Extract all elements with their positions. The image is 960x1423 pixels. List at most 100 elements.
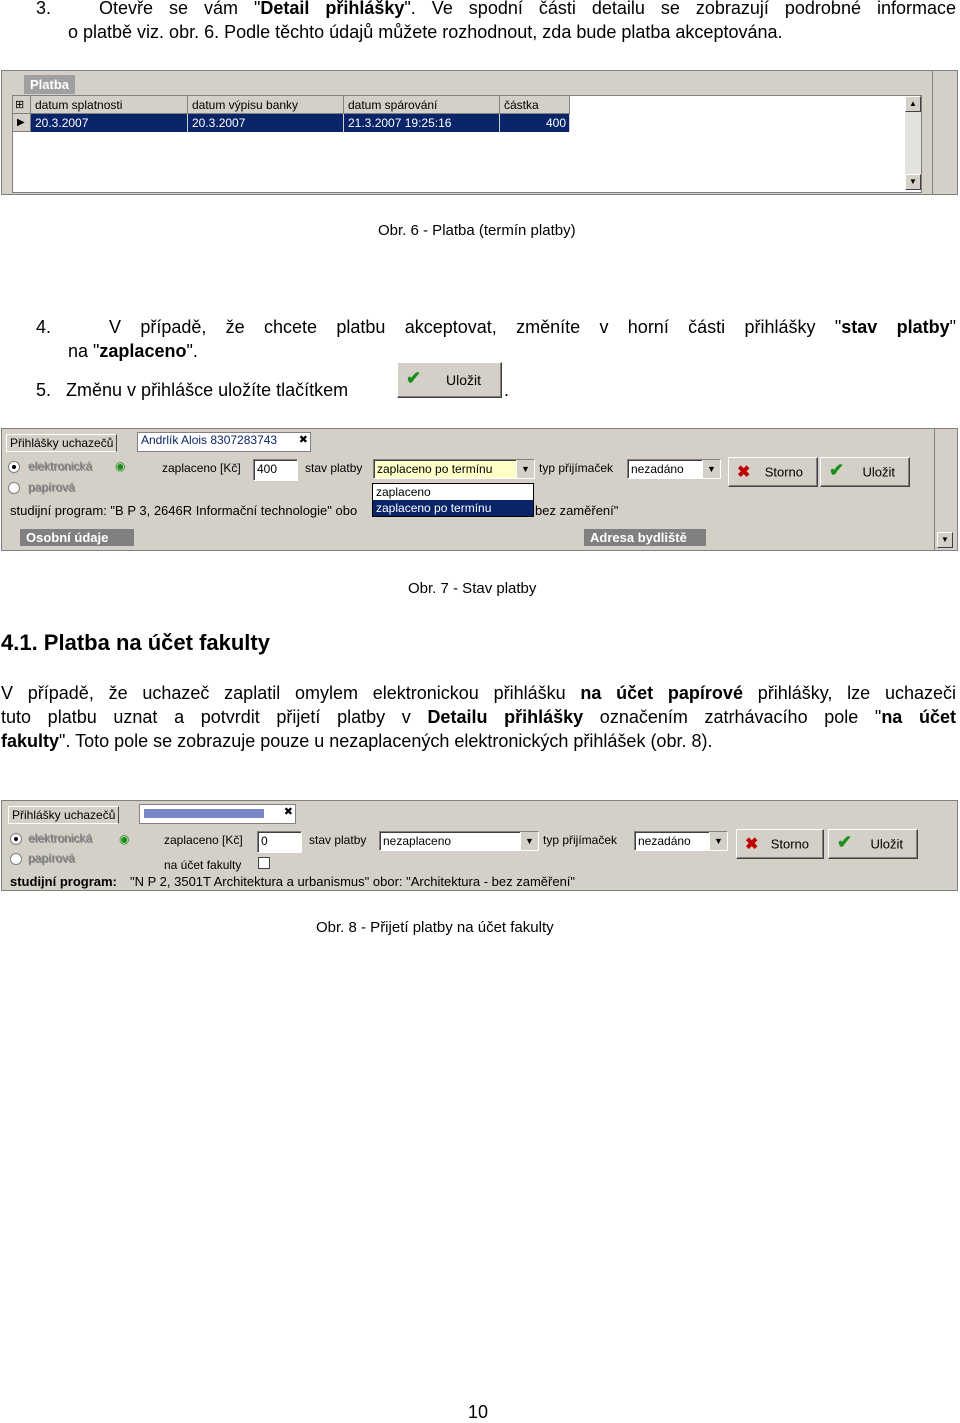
save-button[interactable]: ✔ Uložit — [828, 829, 918, 859]
table-cell[interactable]: 20.3.2007 — [188, 114, 344, 132]
column-header[interactable]: datum spárování — [344, 96, 500, 114]
text: " — [949, 317, 956, 337]
column-header[interactable]: datum splatnosti — [31, 96, 188, 114]
step-number: 5. — [36, 380, 52, 400]
application-panel: Přihlášky uchazečů Andrlík Alois 8307283… — [1, 428, 958, 551]
text: ". — [186, 341, 198, 361]
cancel-button[interactable]: ✖ Storno — [736, 829, 824, 859]
text: V případě, že uchazeč zaplatil omylem el… — [1, 683, 581, 703]
period: . — [504, 380, 510, 400]
text-bold: zaplaceno — [99, 341, 187, 361]
paid-input[interactable]: 0 — [257, 831, 302, 853]
scroll-down-icon[interactable]: ▼ — [937, 532, 953, 548]
faculty-account-label: na účet fakulty — [164, 858, 242, 872]
side-scrollbar[interactable]: ▼ — [934, 429, 957, 550]
close-icon[interactable]: ✖ — [299, 433, 308, 446]
save-label: Uložit — [862, 464, 895, 480]
cancel-label: Storno — [764, 464, 803, 480]
text: ". Ve spodní části detailu se zobrazují … — [404, 0, 956, 18]
chevron-down-icon[interactable]: ▼ — [520, 832, 538, 850]
tab-applicants[interactable]: Přihlášky uchazečů — [8, 806, 120, 824]
exam-type-select[interactable]: nezadáno ▼ — [627, 459, 721, 479]
chevron-down-icon[interactable]: ▼ — [516, 460, 534, 478]
text: označením zatrhávacího pole " — [583, 707, 882, 727]
scroll-up-icon[interactable]: ▲ — [905, 96, 921, 112]
radio-paper[interactable] — [10, 853, 22, 865]
table-cell[interactable]: 21.3.2007 19:25:16 — [344, 114, 500, 132]
exam-type-value: nezadáno — [638, 834, 691, 848]
text: na " — [68, 341, 100, 361]
text: Otevře se vám " — [98, 0, 261, 18]
step-4: 4. V případě, že chcete platbu akceptova… — [36, 315, 956, 363]
dropdown-option[interactable]: zaplaceno — [373, 484, 533, 500]
globe-icon: ◉ — [119, 832, 130, 846]
payment-status-label: stav platby — [309, 833, 367, 847]
payment-status-dropdown-list[interactable]: zaplaceno zaplaceno po termínu — [372, 483, 534, 517]
save-label: Uložit — [445, 372, 481, 388]
paid-input[interactable]: 400 — [253, 459, 298, 481]
tab-applicant-detail[interactable]: Andrlík Alois 8307283743 ✖ — [137, 432, 311, 452]
faculty-account-checkbox[interactable] — [258, 857, 270, 869]
exam-type-label: typ přijímaček — [543, 833, 618, 847]
vertical-scrollbar[interactable]: ▲ ▼ — [904, 96, 921, 190]
step-3-line-2: o platbě viz. obr. 6. Podle těchto údajů… — [68, 22, 783, 42]
table-cell[interactable]: 400 — [500, 114, 570, 132]
step-3: 3. Otevře se vám "Detail přihlášky". Ve … — [36, 0, 956, 44]
payment-status-select[interactable]: nezaplaceno ▼ — [379, 831, 539, 851]
section-heading: 4.1. Platba na účet fakulty — [1, 630, 270, 655]
radio-electronic[interactable] — [8, 461, 20, 473]
tab-applicants[interactable]: Přihlášky uchazečů — [6, 434, 118, 452]
step-4-line-1: 4. V případě, že chcete platbu akceptova… — [36, 315, 956, 339]
payment-status-select[interactable]: zaplaceno po termínu ▼ — [373, 459, 535, 479]
step-3-line-1: 3. Otevře se vám "Detail přihlášky". Ve … — [36, 0, 956, 20]
exam-type-value: nezadáno — [631, 462, 684, 476]
radio-paper[interactable] — [8, 482, 20, 494]
chevron-down-icon[interactable]: ▼ — [709, 832, 727, 850]
application-panel-unpaid: Přihlášky uchazečů ✖ elektronická ◉ papí… — [1, 800, 958, 891]
figure-6-caption: Obr. 6 - Platba (termín platby) — [378, 222, 576, 239]
cancel-button[interactable]: ✖ Storno — [728, 457, 818, 487]
close-icon[interactable]: ✖ — [284, 805, 293, 818]
dropdown-option[interactable]: zaplaceno po termínu — [373, 500, 533, 516]
payment-tab[interactable]: Platba — [24, 75, 76, 94]
exam-type-select[interactable]: nezadáno ▼ — [634, 831, 728, 851]
text: V případě, že chcete platbu akceptovat, … — [108, 317, 842, 337]
column-header[interactable]: datum výpisu banky — [188, 96, 344, 114]
row-indicator-icon[interactable]: ▶ — [13, 114, 31, 132]
radio-electronic[interactable] — [10, 833, 22, 845]
save-button[interactable]: ✔ Uložit — [820, 457, 910, 487]
radio-paper-label: papírová — [28, 480, 75, 494]
figure-8-caption: Obr. 8 - Přijetí platby na účet fakulty — [316, 919, 554, 936]
applicant-name: Andrlík Alois 8307283743 — [141, 433, 278, 447]
column-header[interactable]: částka — [500, 96, 570, 114]
table-cell[interactable]: 20.3.2007 — [31, 114, 188, 132]
study-program: studijní program: "B P 3, 2646R Informač… — [10, 503, 358, 518]
outer-scrollbar[interactable] — [932, 71, 957, 194]
scroll-down-icon[interactable]: ▼ — [905, 174, 921, 190]
expand-icon[interactable]: ⊞ — [13, 96, 31, 114]
text-bold: fakulty — [1, 731, 60, 751]
radio-electronic-label: elektronická — [28, 459, 93, 473]
save-label: Uložit — [870, 836, 903, 852]
section-paragraph: V případě, že uchazeč zaplatil omylem el… — [1, 681, 956, 753]
paragraph-line-3: fakulty". Toto pole se zobrazuje pouze u… — [1, 729, 956, 753]
tab-applicant-detail[interactable]: ✖ — [139, 804, 296, 824]
chevron-down-icon[interactable]: ▼ — [702, 460, 720, 478]
text-bold: na účet — [881, 707, 956, 727]
payment-panel: Platba ⊞ datum splatnosti datum výpisu b… — [1, 70, 958, 195]
save-button-example[interactable]: ✔ Uložit — [397, 362, 502, 398]
applicant-name-blurred — [144, 809, 264, 818]
step-number: 3. — [36, 0, 52, 18]
close-icon: ✖ — [737, 464, 751, 481]
tab-personal-data[interactable]: Osobní údaje — [20, 529, 134, 546]
study-program-label: studijní program: — [10, 874, 117, 889]
step-5: 5. Změnu v přihlášce uložíte tlačítkem — [36, 378, 348, 402]
globe-icon: ◉ — [115, 459, 126, 473]
tab-address[interactable]: Adresa bydliště — [584, 529, 706, 546]
paragraph-line-1: V případě, že uchazeč zaplatil omylem el… — [1, 681, 956, 705]
paid-label: zaplaceno [Kč] — [162, 461, 241, 475]
text: tuto platbu uznat a potvrdit přijetí pla… — [1, 707, 428, 727]
text: přihlášky, lze uchazeči — [742, 683, 956, 703]
payment-status-value: nezaplaceno — [383, 834, 452, 848]
text: Změnu v přihlášce uložíte tlačítkem — [66, 380, 349, 400]
